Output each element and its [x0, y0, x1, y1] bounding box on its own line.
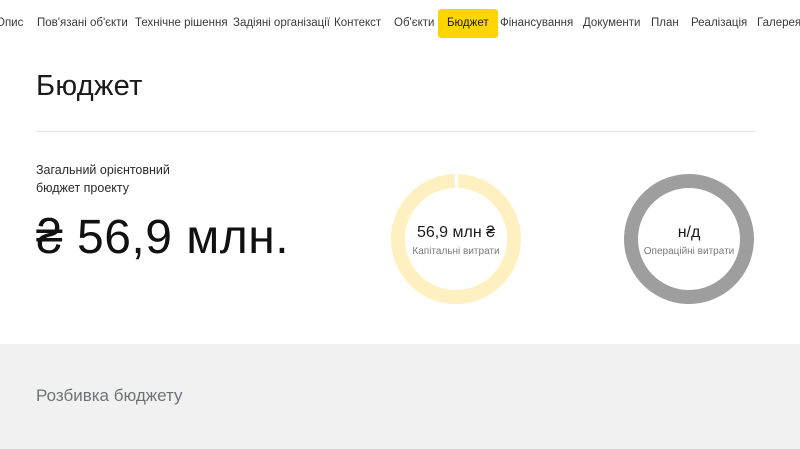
budget-breakdown-title: Розбивка бюджету [36, 386, 183, 405]
nav-item-financing[interactable]: Фінансування [500, 9, 573, 38]
nav-item-context[interactable]: Контекст [334, 9, 381, 38]
nav-item-description[interactable]: Опис [0, 9, 23, 38]
operational-costs-caption: Операційні витрати [643, 246, 735, 257]
nav-item-gallery[interactable]: Галерея [757, 9, 800, 38]
operational-costs-value: н/д [677, 224, 701, 241]
nav-item-budget[interactable]: Бюджет [438, 9, 498, 38]
nav-item-technical-solution[interactable]: Технічне рішення [135, 9, 228, 38]
operational-costs-ring: н/д Операційні витрати [622, 172, 756, 306]
capital-costs-value: 56,9 млн ₴ [416, 224, 496, 241]
nav-item-organizations[interactable]: Задіяні організації [233, 9, 330, 38]
nav-item-objects[interactable]: Об'єкти [394, 9, 434, 38]
divider [36, 131, 755, 132]
capital-costs-ring: 56,9 млн ₴ Капітальні витрати [389, 172, 523, 306]
section-nav: Опис Пов'язані об'єкти Технічне рішення … [0, 9, 800, 38]
budget-label: Загальний орієнтовний бюджет проекту [36, 163, 170, 195]
page-title: Бюджет [36, 70, 143, 102]
nav-item-related-objects[interactable]: Пов'язані об'єкти [37, 9, 128, 38]
capital-costs-caption: Капітальні витрати [412, 246, 500, 257]
nav-item-plan[interactable]: План [651, 9, 679, 38]
nav-item-documents[interactable]: Документи [583, 9, 640, 38]
budget-breakdown-section: Розбивка бюджету [0, 344, 800, 449]
budget-total: ₴ 56,9 млн. [36, 211, 290, 264]
nav-item-implementation[interactable]: Реалізація [691, 9, 747, 38]
